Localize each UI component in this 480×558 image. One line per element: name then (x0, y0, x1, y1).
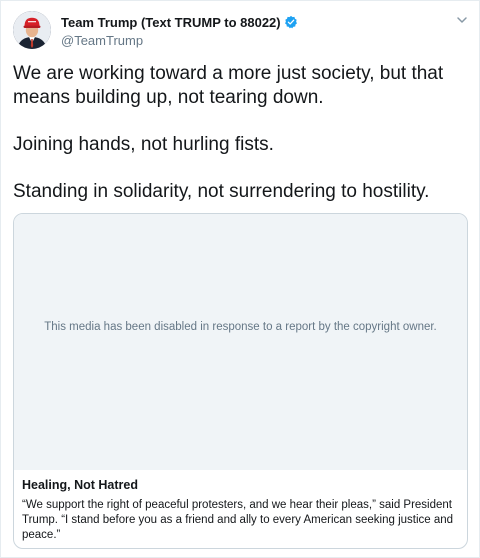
card-media-placeholder: This media has been disabled in response… (14, 214, 467, 470)
author-handle[interactable]: @TeamTrump (61, 33, 441, 49)
tweet-container: Team Trump (Text TRUMP to 88022) @TeamTr… (0, 0, 480, 558)
tweet-paragraph: Standing in solidarity, not surrendering… (13, 181, 430, 202)
avatar[interactable] (13, 11, 51, 49)
tweet-paragraph: Joining hands, not hurling fists. (13, 134, 274, 155)
link-card[interactable]: This media has been disabled in response… (13, 213, 468, 549)
media-disabled-notice: This media has been disabled in response… (44, 321, 437, 333)
card-body[interactable]: Healing, Not Hatred “We support the righ… (14, 470, 467, 548)
card-title: Healing, Not Hatred (22, 478, 138, 492)
verified-badge-icon (284, 15, 298, 29)
author-names: Team Trump (Text TRUMP to 88022) @TeamTr… (61, 13, 441, 49)
tweet-header: Team Trump (Text TRUMP to 88022) @TeamTr… (13, 11, 469, 51)
card-description: “We support the right of peaceful protes… (22, 499, 454, 541)
chevron-down-icon[interactable] (455, 13, 469, 27)
display-name-row: Team Trump (Text TRUMP to 88022) (61, 13, 441, 31)
avatar-image (13, 11, 51, 49)
tweet-text: We are working toward a more just societ… (13, 62, 471, 204)
tweet-paragraph: We are working toward a more just societ… (13, 63, 444, 108)
display-name[interactable]: Team Trump (Text TRUMP to 88022) (61, 15, 281, 30)
